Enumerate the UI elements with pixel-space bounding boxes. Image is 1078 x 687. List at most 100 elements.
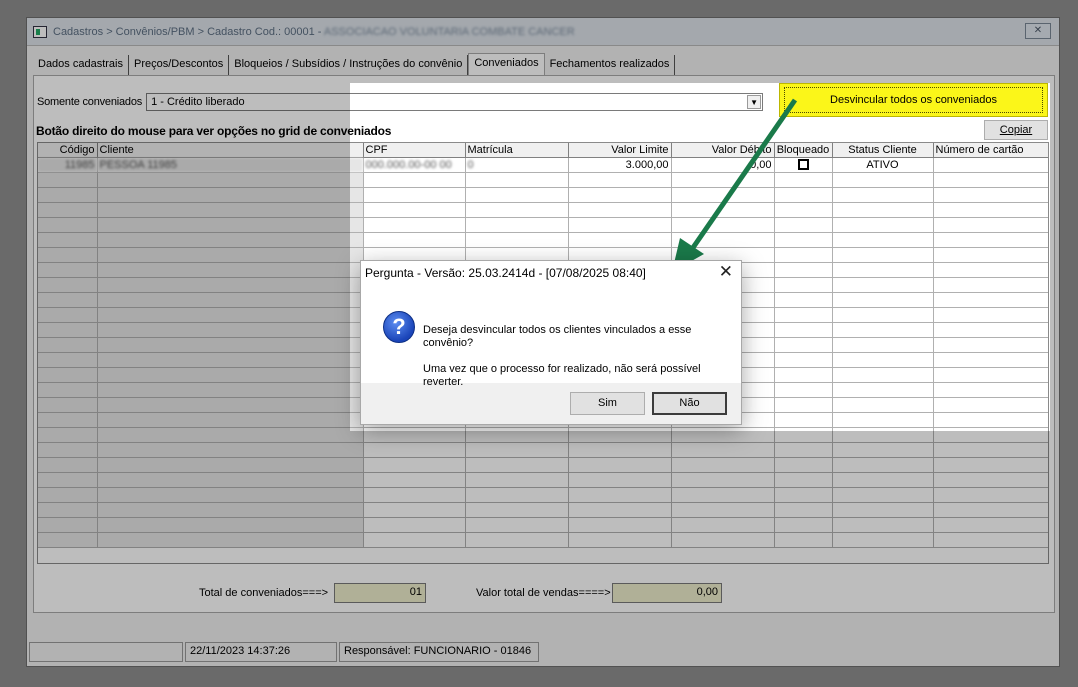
empty-cell <box>38 277 98 293</box>
table-row[interactable]: 11985 PESSOA 11985 000.000.00-00 00 0 3.… <box>38 157 1048 173</box>
empty-row[interactable] <box>38 487 1048 503</box>
empty-cell <box>933 232 1048 248</box>
empty-row[interactable] <box>38 472 1048 488</box>
empty-cell <box>933 202 1048 218</box>
dialog-title: Pergunta - Versão: 25.03.2414d - [07/08/… <box>365 266 646 280</box>
empty-cell <box>38 532 98 548</box>
empty-cell <box>832 337 934 353</box>
dialog-body: ? Deseja desvincular todos os clientes v… <box>361 285 741 388</box>
app-icon <box>33 25 47 38</box>
empty-cell <box>832 217 934 233</box>
question-icon: ? <box>383 311 415 343</box>
tab-dados-cadastrais[interactable]: Dados cadastrais <box>33 55 129 75</box>
col-bloqueado[interactable]: Bloqueado <box>774 143 833 158</box>
empty-cell <box>97 367 364 383</box>
empty-cell <box>774 472 833 488</box>
empty-cell <box>465 217 569 233</box>
empty-row[interactable] <box>38 532 1048 548</box>
empty-cell <box>38 457 98 473</box>
empty-cell <box>671 487 775 503</box>
empty-cell <box>97 292 364 308</box>
cell-bloqueado[interactable] <box>774 157 833 173</box>
empty-row[interactable] <box>38 217 1048 233</box>
empty-cell <box>933 427 1048 443</box>
empty-cell <box>568 442 672 458</box>
empty-cell <box>465 457 569 473</box>
empty-cell <box>933 292 1048 308</box>
empty-row[interactable] <box>38 502 1048 518</box>
empty-cell <box>97 337 364 353</box>
empty-cell <box>774 187 833 203</box>
empty-cell <box>38 487 98 503</box>
empty-cell <box>38 172 98 188</box>
cell-codigo: 11985 <box>38 157 98 173</box>
empty-cell <box>465 472 569 488</box>
empty-cell <box>465 172 569 188</box>
empty-cell <box>465 442 569 458</box>
col-matricula[interactable]: Matrícula <box>465 143 569 158</box>
empty-cell <box>832 292 934 308</box>
focus-rectangle <box>784 87 1043 113</box>
unlink-all-button[interactable]: Desvincular todos os conveniados <box>779 83 1048 117</box>
empty-cell <box>832 457 934 473</box>
empty-row[interactable] <box>38 232 1048 248</box>
empty-cell <box>933 412 1048 428</box>
empty-cell <box>38 322 98 338</box>
tab-bloqueios[interactable]: Bloqueios / Subsídios / Instruções do co… <box>229 55 469 75</box>
cell-cpf: 000.000.00-00 00 <box>363 157 466 173</box>
empty-cell <box>38 217 98 233</box>
grid-hint: Botão direito do mouse para ver opções n… <box>36 124 392 138</box>
empty-cell <box>671 532 775 548</box>
cell-matricula: 0 <box>465 157 569 173</box>
tab-fechamentos[interactable]: Fechamentos realizados <box>545 55 676 75</box>
empty-cell <box>465 232 569 248</box>
col-numero-cartao[interactable]: Número de cartão <box>933 143 1048 158</box>
empty-cell <box>465 427 569 443</box>
window-close-button[interactable]: ✕ <box>1025 23 1051 39</box>
confirm-dialog: Pergunta - Versão: 25.03.2414d - [07/08/… <box>360 260 742 425</box>
empty-row[interactable] <box>38 202 1048 218</box>
col-cpf[interactable]: CPF <box>363 143 466 158</box>
tab-precos-descontos[interactable]: Preços/Descontos <box>129 55 230 75</box>
empty-row[interactable] <box>38 457 1048 473</box>
empty-cell <box>832 517 934 533</box>
col-valor-debito[interactable]: Valor Débito <box>671 143 775 158</box>
empty-cell <box>933 337 1048 353</box>
empty-cell <box>774 457 833 473</box>
tab-conveniados[interactable]: Conveniados <box>468 53 545 75</box>
empty-cell <box>832 412 934 428</box>
col-cliente[interactable]: Cliente <box>97 143 364 158</box>
empty-row[interactable] <box>38 187 1048 203</box>
filter-select[interactable]: 1 - Crédito liberado ▼ <box>146 93 764 111</box>
no-button[interactable]: Não <box>652 392 727 415</box>
empty-cell <box>774 307 833 323</box>
empty-row[interactable] <box>38 517 1048 533</box>
empty-cell <box>774 352 833 368</box>
empty-cell <box>832 247 934 263</box>
empty-cell <box>568 487 672 503</box>
empty-cell <box>933 442 1048 458</box>
empty-cell <box>97 397 364 413</box>
col-valor-limite[interactable]: Valor Limite <box>568 143 672 158</box>
status-bar: 22/11/2023 14:37:26 Responsável: FUNCION… <box>27 640 1059 664</box>
empty-row[interactable] <box>38 427 1048 443</box>
empty-cell <box>774 442 833 458</box>
copy-button[interactable]: Copiar <box>984 120 1048 140</box>
empty-cell <box>671 472 775 488</box>
empty-cell <box>568 187 672 203</box>
bloqueado-checkbox[interactable] <box>797 159 809 171</box>
empty-cell <box>832 232 934 248</box>
empty-row[interactable] <box>38 172 1048 188</box>
empty-cell <box>38 472 98 488</box>
close-icon[interactable]: ✕ <box>719 262 733 282</box>
col-codigo[interactable]: Código <box>38 143 98 158</box>
empty-row[interactable] <box>38 442 1048 458</box>
filter-select-value: 1 - Crédito liberado <box>151 96 245 108</box>
chevron-down-icon[interactable]: ▼ <box>747 95 762 109</box>
empty-cell <box>832 367 934 383</box>
empty-cell <box>774 397 833 413</box>
col-status-cliente[interactable]: Status Cliente <box>832 143 934 158</box>
total-vendas-value: 0,00 <box>612 583 722 603</box>
yes-button[interactable]: Sim <box>570 392 645 415</box>
empty-cell <box>933 322 1048 338</box>
